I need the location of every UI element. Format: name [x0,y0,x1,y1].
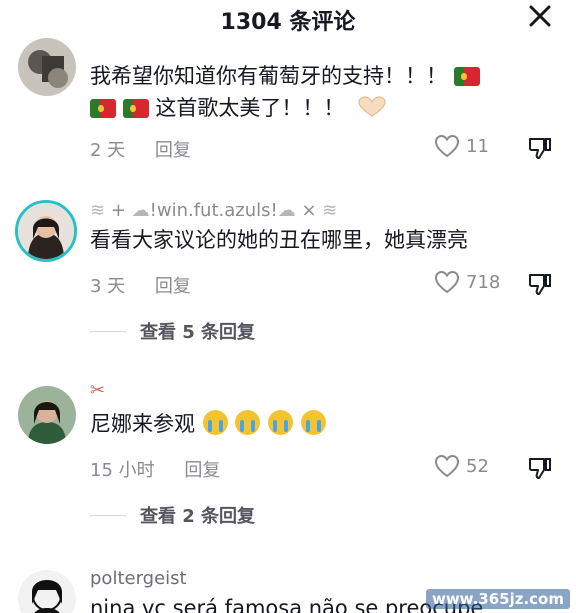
crying-face-icon [202,410,228,435]
comment-text: 这首歌太美了！！！ [90,92,387,124]
comment-item: ≋ + ☁!win.fut.azuls!☁ × ≋ 看看大家议论的她的丑在哪里，… [0,190,576,350]
comments-count-title: 1304 条评论 [220,10,356,35]
avatar[interactable] [18,38,76,96]
comment-text-line: 这首歌太美了！！！ [155,96,345,120]
like-button[interactable]: 718 [434,270,500,294]
avatar[interactable] [18,570,76,613]
portugal-flag-icon [122,99,149,118]
comment-text-line: 我希望你知道你有葡萄牙的支持！！！ [90,64,447,88]
heart-outline-icon [434,270,460,294]
comment-username[interactable]: ✂ [90,380,105,401]
watermark: www.365jz.com [425,589,570,609]
comment-meta: 15 小时 回复 [90,456,220,482]
view-replies-label: 查看 5 条回复 [140,322,256,343]
like-count: 11 [466,135,489,157]
portugal-flag-icon [453,67,480,86]
comment-meta: 2 天 回复 [90,136,191,162]
plus-sign: + [110,200,126,221]
reply-button[interactable]: 回复 [155,136,191,162]
comment-username[interactable]: poltergeist [90,568,187,589]
comment-item: ✂ 尼娜来参观 15 小时 回复 52 查看 2 条回复 [0,380,576,530]
avatar[interactable] [18,386,76,444]
avatar[interactable] [15,200,77,262]
reply-button[interactable]: 回复 [184,456,220,482]
dislike-icon [528,274,551,295]
crying-face-icon [235,410,261,435]
comment-meta: 3 天 回复 [90,272,191,298]
comment-text: 我希望你知道你有葡萄牙的支持！！！ [90,60,480,92]
reply-button[interactable]: 回复 [155,272,191,298]
tornado-icon: ≋ [322,200,338,221]
close-icon[interactable] [526,2,554,30]
like-button[interactable]: 52 [434,454,489,478]
username-text: !win.fut.azuls! [149,200,278,221]
like-count: 52 [466,455,489,477]
portugal-flag-icon [90,99,116,118]
dislike-button[interactable] [526,454,554,486]
crying-face-icon [300,410,326,435]
dislike-icon [528,138,551,159]
comment-text: nina vc será famosa não se preocupe [90,596,484,613]
comment-text: 看看大家议论的她的丑在哪里，她真漂亮 [90,228,468,252]
comment-time: 15 小时 [90,460,155,481]
dislike-button[interactable] [526,270,554,302]
view-replies-button[interactable]: 查看 2 条回复 [90,502,255,528]
comment-item: 我希望你知道你有葡萄牙的支持！！！ 这首歌太美了！！！ 2 天 回复 11 [0,34,576,164]
comment-username[interactable]: ≋ + ☁!win.fut.azuls!☁ × ≋ [90,200,337,221]
comment-time: 2 天 [90,140,126,161]
like-count: 718 [466,271,501,293]
times-sign: × [301,200,317,221]
heart-outline-icon [434,454,460,478]
like-button[interactable]: 11 [434,134,489,158]
comment-text-line: 尼娜来参观 [90,412,195,436]
comment-time: 3 天 [90,276,126,297]
divider-line [90,514,126,516]
dislike-icon [528,458,551,479]
cloud-rain-icon: ☁ [277,200,296,221]
crying-face-icon [268,410,294,435]
comments-header: 1304 条评论 [0,0,576,35]
divider-line [90,330,126,332]
heart-outline-icon [434,134,460,158]
dislike-button[interactable] [526,134,554,166]
comment-text: 尼娜来参观 [90,408,326,440]
heart-hands-icon [358,96,386,117]
view-replies-label: 查看 2 条回复 [140,506,256,527]
cloud-rain-icon: ☁ [131,200,150,221]
scissors-icon: ✂ [90,380,106,401]
tornado-icon: ≋ [90,200,106,221]
view-replies-button[interactable]: 查看 5 条回复 [90,318,255,344]
